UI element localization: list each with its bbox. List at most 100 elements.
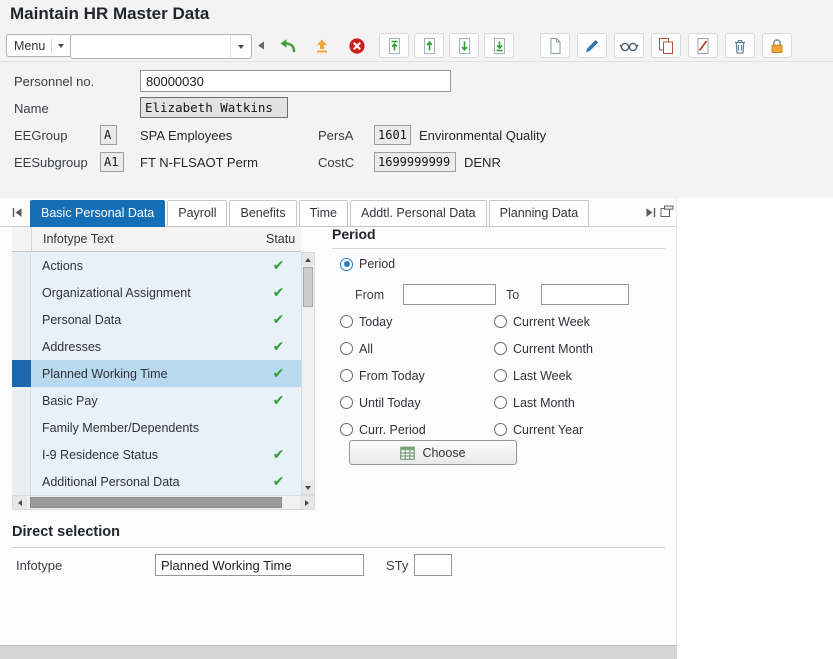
scroll-up-icon[interactable]	[302, 253, 314, 266]
lock-icon	[768, 37, 786, 55]
radio-label: All	[359, 341, 373, 356]
command-input[interactable]	[71, 35, 230, 58]
main-content: Basic Personal Data Payroll Benefits Tim…	[0, 198, 677, 645]
infotype-text: Planned Working Time	[42, 366, 168, 381]
scroll-tabs-right-icon[interactable]	[645, 207, 656, 218]
period-title: Period	[332, 226, 665, 249]
period-options-right: Current Week Current Month Last Week Las…	[494, 308, 664, 443]
status-check-icon: ✔	[272, 257, 285, 273]
tab-benefits[interactable]: Benefits	[229, 200, 297, 227]
row-selector[interactable]	[12, 252, 31, 279]
last-page-icon	[490, 37, 508, 55]
from-label: From	[355, 288, 385, 302]
radio-label: Today	[359, 314, 393, 329]
radio-icon	[340, 396, 353, 409]
list-row-actions[interactable]: Actions ✔	[12, 252, 301, 279]
ee-group-text: SPA Employees	[140, 128, 233, 143]
last-page-button[interactable]	[484, 33, 514, 58]
list-row-i9-residence-status[interactable]: I-9 Residence Status ✔	[12, 441, 301, 468]
chevron-down-icon[interactable]	[230, 35, 251, 58]
choose-button[interactable]: Choose	[349, 440, 517, 465]
scroll-left-icon[interactable]	[13, 496, 27, 509]
horizontal-scrollbar[interactable]	[12, 495, 315, 510]
radio-curr-period[interactable]: Curr. Period	[340, 416, 490, 443]
list-row-family-member-dependents[interactable]: Family Member/Dependents	[12, 414, 301, 441]
scroll-right-icon[interactable]	[300, 496, 314, 509]
tab-payroll[interactable]: Payroll	[167, 200, 228, 227]
scroll-down-icon[interactable]	[302, 481, 314, 494]
expand-tabstrip-icon[interactable]	[660, 205, 674, 218]
tab-addtl-personal-data[interactable]: Addtl. Personal Data	[349, 200, 487, 227]
selector-column-header	[12, 227, 32, 251]
command-combobox[interactable]	[70, 34, 252, 59]
radio-today[interactable]: Today	[340, 308, 490, 335]
horizontal-scrollbar-thumb[interactable]	[30, 497, 282, 508]
period-options-left: Today All From Today Until Today Curr. P…	[340, 308, 490, 443]
radio-all[interactable]: All	[340, 335, 490, 362]
tab-time[interactable]: Time	[298, 200, 348, 227]
to-date-input[interactable]	[541, 284, 629, 305]
cost-c-label: CostC	[318, 155, 355, 170]
radio-label: Period	[359, 257, 396, 271]
first-page-button[interactable]	[379, 33, 409, 58]
radio-current-month[interactable]: Current Month	[494, 335, 664, 362]
radio-until-today[interactable]: Until Today	[340, 389, 490, 416]
row-selector[interactable]	[12, 387, 31, 414]
cancel-button[interactable]	[342, 33, 372, 58]
collapse-toolbar-icon[interactable]	[257, 41, 265, 50]
vertical-scrollbar[interactable]	[301, 252, 315, 495]
personnel-no-input[interactable]	[140, 70, 451, 92]
infotype-text: Actions	[42, 258, 83, 273]
radio-period[interactable]: Period	[340, 256, 395, 272]
list-row-basic-pay[interactable]: Basic Pay ✔	[12, 387, 301, 414]
infotype-text: Organizational Assignment	[42, 285, 191, 300]
delimit-icon	[694, 37, 712, 55]
tab-basic-personal-data[interactable]: Basic Personal Data	[30, 200, 166, 227]
delimit-button[interactable]	[688, 33, 718, 58]
row-selector[interactable]	[12, 360, 31, 387]
list-row-addresses[interactable]: Addresses ✔	[12, 333, 301, 360]
radio-label: Curr. Period	[359, 422, 426, 437]
row-selector[interactable]	[12, 468, 31, 495]
infotype-input[interactable]	[155, 554, 364, 576]
list-row-additional-personal-data[interactable]: Additional Personal Data ✔	[12, 468, 301, 495]
tab-planning-data[interactable]: Planning Data	[488, 200, 590, 227]
radio-label: Current Month	[513, 341, 593, 356]
to-label: To	[506, 288, 520, 302]
ee-group-label: EEGroup	[14, 128, 68, 143]
radio-last-month[interactable]: Last Month	[494, 389, 664, 416]
menu-button[interactable]: Menu	[6, 34, 73, 57]
radio-current-year[interactable]: Current Year	[494, 416, 664, 443]
sty-input[interactable]	[414, 554, 452, 576]
status-check-icon: ✔	[272, 446, 285, 462]
row-selector[interactable]	[12, 306, 31, 333]
row-selector[interactable]	[12, 414, 31, 441]
display-button[interactable]	[614, 33, 644, 58]
list-row-organizational-assignment[interactable]: Organizational Assignment ✔	[12, 279, 301, 306]
cost-c-field: 1699999999	[374, 152, 456, 172]
row-selector[interactable]	[12, 279, 31, 306]
radio-icon	[494, 342, 507, 355]
list-row-personal-data[interactable]: Personal Data ✔	[12, 306, 301, 333]
scroll-tabs-left-icon[interactable]	[12, 207, 23, 218]
next-page-button[interactable]	[449, 33, 479, 58]
radio-current-week[interactable]: Current Week	[494, 308, 664, 335]
delete-button[interactable]	[725, 33, 755, 58]
radio-from-today[interactable]: From Today	[340, 362, 490, 389]
divider	[12, 547, 665, 548]
chevron-down-icon	[58, 43, 65, 48]
radio-last-week[interactable]: Last Week	[494, 362, 664, 389]
lock-button[interactable]	[762, 33, 792, 58]
previous-page-button[interactable]	[414, 33, 444, 58]
exit-button[interactable]	[307, 33, 337, 58]
from-date-input[interactable]	[403, 284, 496, 305]
back-button[interactable]	[272, 33, 302, 58]
vertical-scrollbar-thumb[interactable]	[303, 267, 313, 307]
row-selector[interactable]	[12, 441, 31, 468]
create-button[interactable]	[540, 33, 570, 58]
page-title: Maintain HR Master Data	[10, 4, 210, 23]
list-row-planned-working-time[interactable]: Planned Working Time ✔	[12, 360, 301, 387]
row-selector[interactable]	[12, 333, 31, 360]
change-button[interactable]	[577, 33, 607, 58]
copy-button[interactable]	[651, 33, 681, 58]
